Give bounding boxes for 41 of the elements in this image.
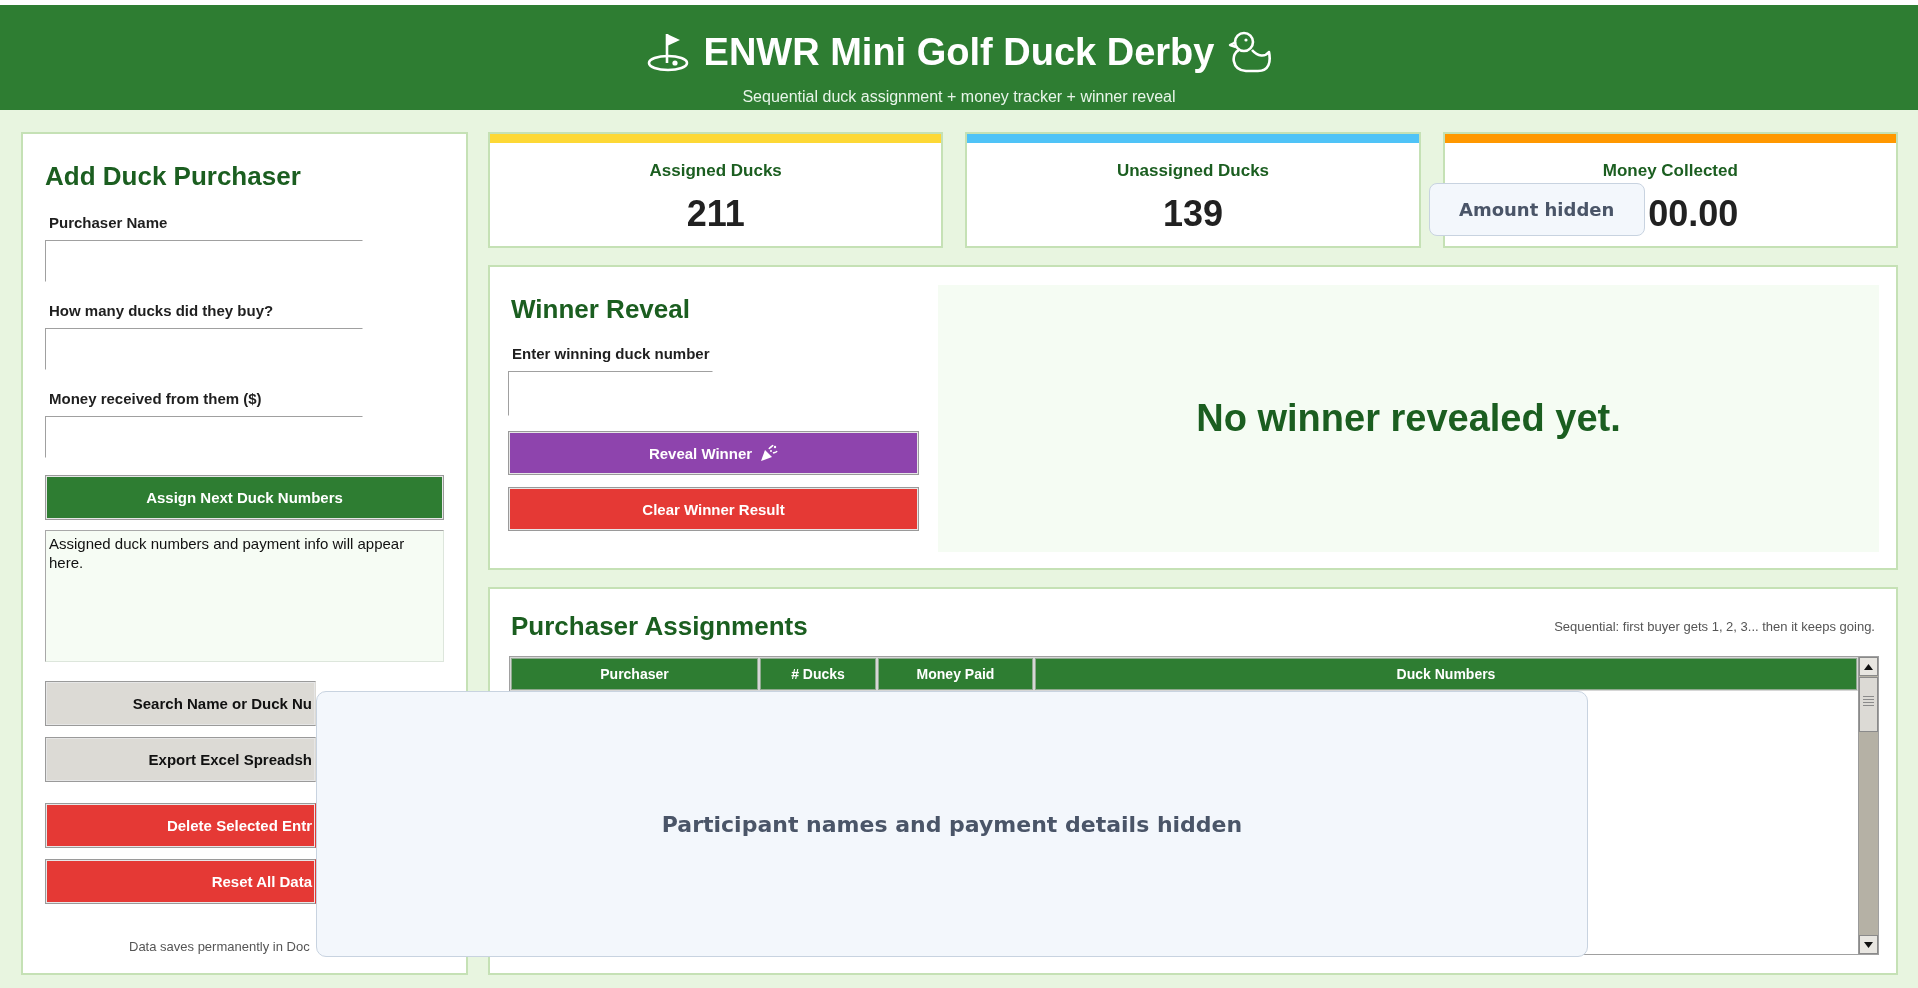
stat-value: 00.00 bbox=[1648, 194, 1739, 234]
redaction-note: Participant names and payment details hidden bbox=[316, 691, 1588, 957]
redaction-note: Amount hidden bbox=[1428, 183, 1645, 236]
scroll-thumb[interactable] bbox=[1859, 677, 1878, 732]
action-button[interactable]: Export Excel Spreadsh bbox=[45, 737, 316, 782]
column-header: Money Paid bbox=[878, 658, 1033, 690]
column-header: Purchaser bbox=[511, 658, 758, 690]
down-arrow-icon bbox=[1864, 941, 1873, 948]
panel-title: Add Duck Purchaser bbox=[45, 160, 301, 192]
stat-label: Money Collected bbox=[1602, 161, 1738, 181]
app-subtitle: Sequential duck assignment + money tracker + winner reveal bbox=[742, 87, 1176, 107]
stat-value: 211 bbox=[686, 194, 745, 234]
party-popper-icon bbox=[760, 444, 779, 462]
scroll-down-button[interactable] bbox=[1859, 935, 1878, 954]
scroll-up-button[interactable] bbox=[1859, 657, 1878, 676]
golf-flag-icon bbox=[645, 32, 690, 72]
app-title: ENWR Mini Golf Duck Derby bbox=[703, 30, 1215, 75]
danger-button[interactable]: Reset All Data bbox=[45, 859, 316, 904]
column-header: Duck Numbers bbox=[1035, 658, 1857, 690]
panel-title: Purchaser Assignments bbox=[511, 610, 808, 642]
danger-button[interactable]: Delete Selected Entr bbox=[45, 803, 316, 848]
scrollbar[interactable] bbox=[1858, 657, 1878, 954]
field-label: How many ducks did they buy? bbox=[49, 302, 274, 320]
footer-note: Data saves permanently in Doc bbox=[129, 938, 310, 956]
stat-label: Assigned Ducks bbox=[649, 161, 782, 181]
stat-label: Unassigned Ducks bbox=[1116, 161, 1270, 181]
field-label: Purchaser Name bbox=[49, 214, 168, 232]
output-text-box: Assigned duck numbers and payment info will appear here. bbox=[45, 530, 444, 662]
stat-value: 139 bbox=[1162, 194, 1224, 234]
field-label: Enter winning duck number bbox=[512, 345, 710, 363]
panel-note: Sequential: first buyer gets 1, 2, 3... then it keeps going. bbox=[1554, 618, 1875, 634]
action-button[interactable]: Search Name or Duck Nu bbox=[45, 681, 316, 726]
assign-button[interactable]: Assign Next Duck Numbers bbox=[45, 475, 444, 520]
result-text: No winner revealed yet. bbox=[1196, 397, 1621, 440]
column-header: # Ducks bbox=[760, 658, 876, 690]
duck-icon bbox=[1228, 30, 1273, 74]
up-arrow-icon bbox=[1864, 663, 1873, 670]
reveal-button[interactable]: Reveal Winner bbox=[508, 431, 919, 475]
panel-title: Winner Reveal bbox=[511, 294, 690, 324]
field-label: Money received from them ($) bbox=[49, 390, 262, 408]
danger-button[interactable]: Clear Winner Result bbox=[508, 487, 919, 531]
